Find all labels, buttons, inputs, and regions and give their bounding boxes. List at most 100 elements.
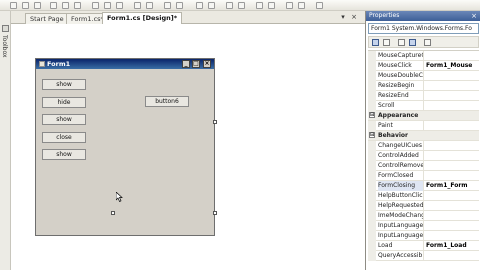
center-vert-icon[interactable] xyxy=(176,2,183,9)
v-spacing-icon[interactable] xyxy=(146,2,153,9)
event-handler-value[interactable]: Form1_Form xyxy=(426,181,479,191)
event-handler-value[interactable]: Form1_Load xyxy=(426,241,479,251)
object-selector[interactable]: Form1 System.Windows.Forms.Fo xyxy=(368,23,479,34)
bring-front-icon[interactable] xyxy=(196,2,203,9)
event-handler-value[interactable] xyxy=(426,51,479,61)
event-row[interactable]: Load Form1_Load xyxy=(368,241,479,251)
event-name[interactable]: FormClosed xyxy=(378,171,424,181)
event-name[interactable]: ChangeUICues xyxy=(378,141,424,151)
toolbar-extra-icon[interactable] xyxy=(316,2,323,9)
event-row[interactable]: InputLanguage xyxy=(368,221,479,231)
same-height-icon[interactable] xyxy=(104,2,111,9)
close-icon[interactable]: × xyxy=(203,60,211,68)
event-name[interactable]: ControlAdded xyxy=(378,151,424,161)
event-name[interactable]: ImeModeChang xyxy=(378,211,424,221)
event-handler-value[interactable] xyxy=(426,171,479,181)
event-row[interactable]: FormClosed xyxy=(368,171,479,181)
toolbar-extra-icon[interactable] xyxy=(298,2,305,9)
event-handler-value[interactable] xyxy=(426,141,479,151)
event-row[interactable]: ControlRemove xyxy=(368,161,479,171)
send-back-icon[interactable] xyxy=(208,2,215,9)
event-handler-value[interactable] xyxy=(426,251,479,261)
tab-start-page[interactable]: Start Page xyxy=(25,13,69,24)
event-name[interactable]: InputLanguage xyxy=(378,231,424,241)
hide-button[interactable]: hide xyxy=(42,97,86,108)
toolbox-label[interactable]: Toolbox xyxy=(1,35,8,58)
toolbar-extra-icon[interactable] xyxy=(286,2,293,9)
resize-handle-right[interactable] xyxy=(213,120,217,124)
show-button-1[interactable]: show xyxy=(42,79,86,90)
form1-titlebar[interactable]: Form1 _ □ × xyxy=(36,59,214,69)
event-handler-value[interactable] xyxy=(426,81,479,91)
event-row[interactable]: QueryAccessib xyxy=(368,251,479,261)
show-button-3[interactable]: show xyxy=(42,149,86,160)
lock-controls-icon[interactable] xyxy=(238,2,245,9)
event-handler-value[interactable]: Form1_Mouse xyxy=(426,61,479,71)
event-name[interactable]: MouseClick xyxy=(378,61,424,71)
align-top-icon[interactable] xyxy=(50,2,57,9)
event-handler-value[interactable] xyxy=(426,121,479,131)
event-handler-value[interactable] xyxy=(426,161,479,171)
toolbox-strip[interactable]: Toolbox xyxy=(0,11,11,270)
event-name[interactable]: Paint xyxy=(378,121,424,131)
event-row[interactable]: ResizeBegin xyxy=(368,81,479,91)
events-view-icon[interactable] xyxy=(409,39,416,46)
toolbar-extra-icon[interactable] xyxy=(268,2,275,9)
resize-handle-corner[interactable] xyxy=(213,211,217,215)
event-row[interactable]: MouseDoubleCl xyxy=(368,71,479,81)
event-row[interactable]: MouseClick Form1_Mouse xyxy=(368,61,479,71)
event-handler-value[interactable] xyxy=(426,101,479,111)
event-handler-value[interactable] xyxy=(426,221,479,231)
event-handler-value[interactable] xyxy=(426,211,479,221)
property-pages-icon[interactable] xyxy=(424,39,431,46)
event-name[interactable]: QueryAccessib xyxy=(378,251,424,261)
resize-handle-bottom[interactable] xyxy=(111,211,115,215)
event-handler-value[interactable] xyxy=(426,191,479,201)
tab-form1-design[interactable]: Form1.cs [Design]* xyxy=(102,12,183,24)
event-handler-value[interactable] xyxy=(426,91,479,101)
close-tab-icon[interactable]: × xyxy=(350,13,358,22)
event-name[interactable]: ResizeEnd xyxy=(378,91,424,101)
toolbar-extra-icon[interactable] xyxy=(256,2,263,9)
align-left-icon[interactable] xyxy=(10,2,17,9)
form1-window[interactable]: Form1 _ □ × show hide show close show bu… xyxy=(35,58,215,236)
event-handler-value[interactable] xyxy=(426,231,479,241)
event-row[interactable]: MouseCaptureC xyxy=(368,51,479,61)
event-name[interactable]: HelpRequested xyxy=(378,201,424,211)
toolbox-icon[interactable] xyxy=(2,25,9,32)
event-row[interactable]: ResizeEnd xyxy=(368,91,479,101)
event-name[interactable]: FormClosing xyxy=(378,181,424,191)
event-row[interactable]: HelpRequested xyxy=(368,201,479,211)
align-bottom-icon[interactable] xyxy=(74,2,81,9)
event-row[interactable]: ChangeUICues xyxy=(368,141,479,151)
collapse-icon[interactable]: ⊟ xyxy=(369,132,375,138)
event-row[interactable]: InputLanguage xyxy=(368,231,479,241)
event-name[interactable]: ControlRemove xyxy=(378,161,424,171)
alphabetical-icon[interactable] xyxy=(383,39,390,46)
same-size-icon[interactable] xyxy=(116,2,123,9)
event-handler-value[interactable] xyxy=(426,201,479,211)
collapse-icon[interactable]: ⊟ xyxy=(369,112,375,118)
properties-close-icon[interactable]: × xyxy=(471,11,477,21)
close-button[interactable]: close xyxy=(42,132,86,143)
align-middle-icon[interactable] xyxy=(62,2,69,9)
event-name[interactable]: HelpButtonClick xyxy=(378,191,424,201)
event-name[interactable]: Scroll xyxy=(378,101,424,111)
event-row[interactable]: FormClosing Form1_Form xyxy=(368,181,479,191)
category-row[interactable]: ⊟ Appearance xyxy=(368,111,479,121)
h-spacing-icon[interactable] xyxy=(134,2,141,9)
show-button-2[interactable]: show xyxy=(42,114,86,125)
tab-list-dropdown-icon[interactable]: ▾ xyxy=(339,13,347,22)
properties-titlebar[interactable]: Properties × xyxy=(366,11,480,21)
align-center-icon[interactable] xyxy=(22,2,29,9)
properties-view-icon[interactable] xyxy=(398,39,405,46)
event-handler-value[interactable] xyxy=(426,71,479,81)
category-row[interactable]: ⊟ Behavior xyxy=(368,131,479,141)
event-name[interactable]: MouseDoubleCl xyxy=(378,71,424,81)
event-handler-value[interactable] xyxy=(426,151,479,161)
event-name[interactable]: MouseCaptureC xyxy=(378,51,424,61)
event-row[interactable]: ImeModeChang xyxy=(368,211,479,221)
align-right-icon[interactable] xyxy=(34,2,41,9)
tab-order-icon[interactable] xyxy=(226,2,233,9)
minimize-icon[interactable]: _ xyxy=(182,60,190,68)
